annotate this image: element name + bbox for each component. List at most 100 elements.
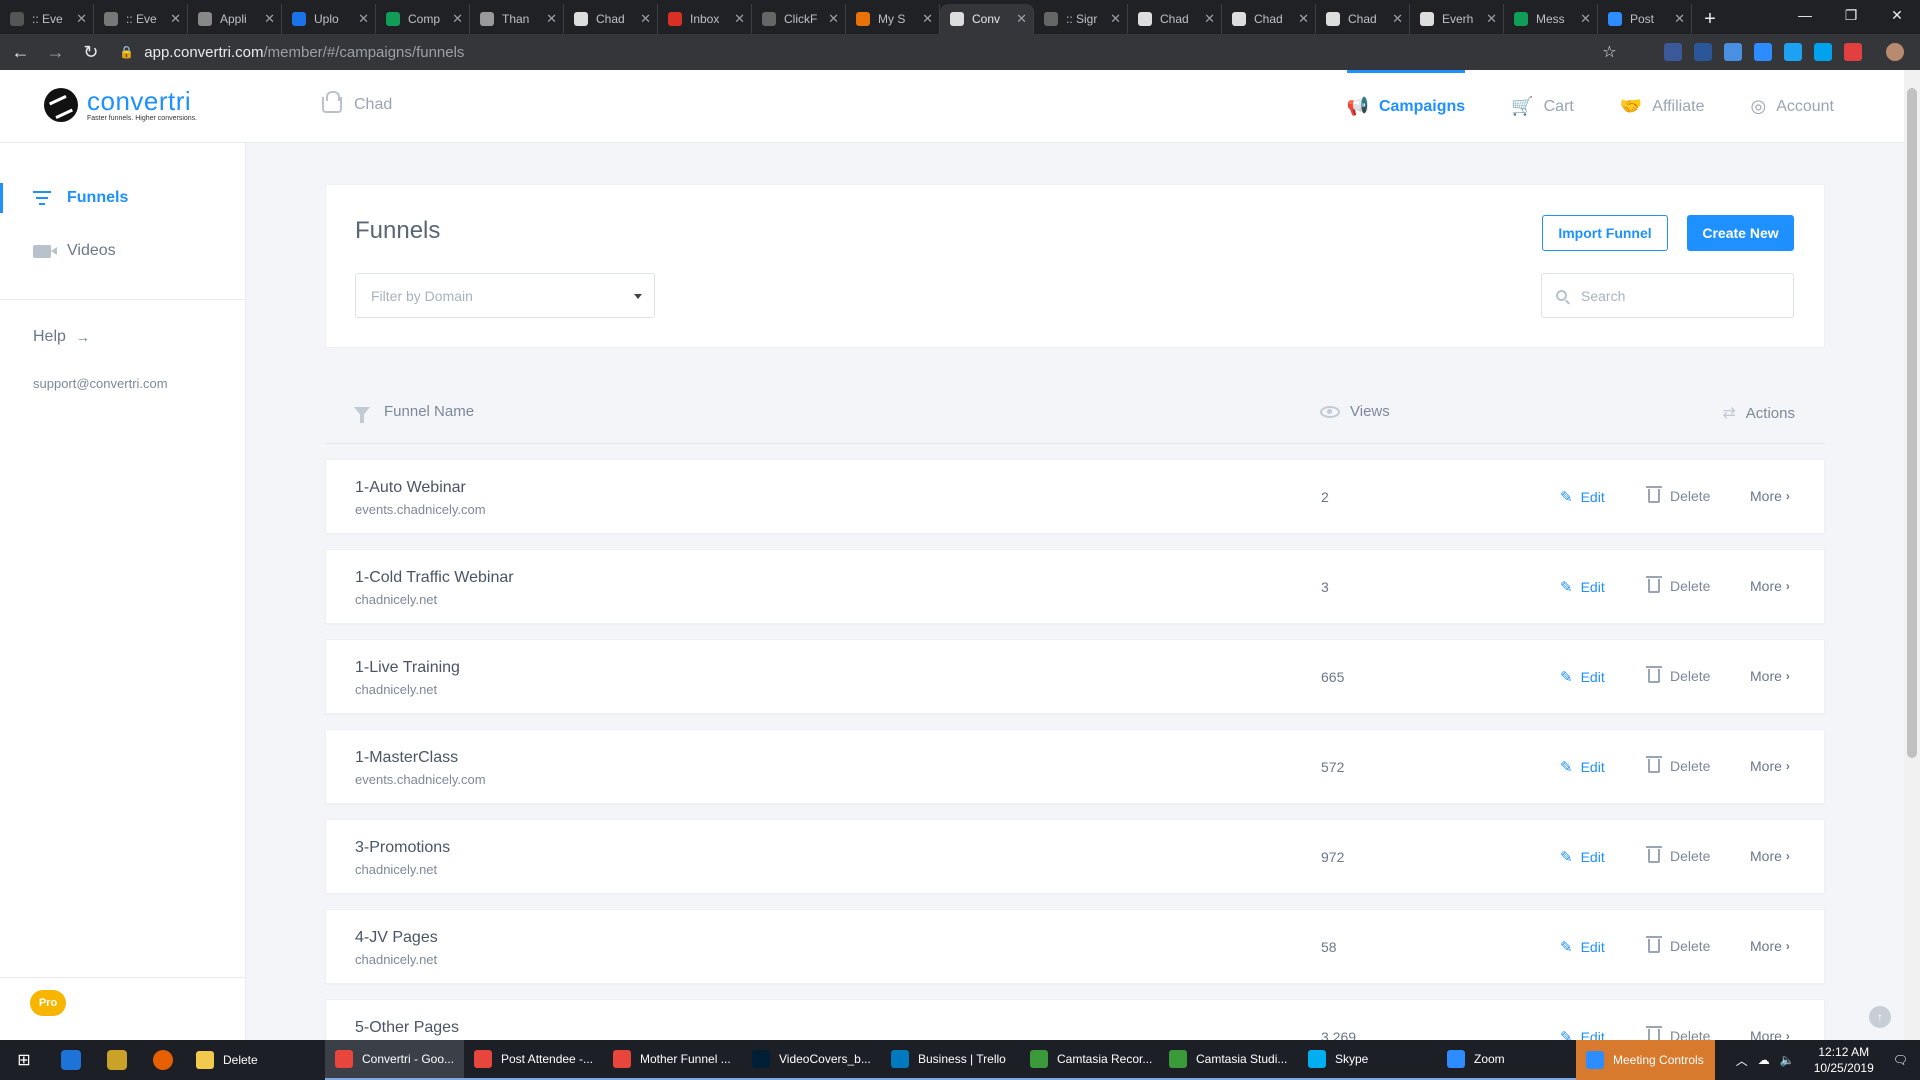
sidebar-item-funnels[interactable]: Funnels [0, 175, 245, 221]
tab-close-icon[interactable]: ✕ [1580, 11, 1591, 27]
scrollbar-thumb[interactable] [1907, 88, 1917, 758]
tab-close-icon[interactable]: ✕ [734, 11, 745, 27]
funnel-name[interactable]: 3-Promotions [355, 839, 450, 857]
tab-close-icon[interactable]: ✕ [828, 11, 839, 27]
tab-close-icon[interactable]: ✕ [1298, 11, 1309, 27]
extension-icon[interactable] [1694, 43, 1712, 61]
edit-button[interactable]: ✎ Edit [1560, 668, 1605, 686]
close-window-icon[interactable]: ✕ [1874, 0, 1920, 30]
browser-tab[interactable]: Appli ✕ [188, 4, 282, 34]
browser-tab[interactable]: Uplo ✕ [282, 4, 376, 34]
column-funnel-name[interactable]: Funnel Name [354, 403, 474, 423]
delete-button[interactable]: Delete [1646, 576, 1710, 594]
taskbar-app[interactable]: Camtasia Studi... [1159, 1040, 1298, 1080]
help-link[interactable]: Help → [0, 328, 245, 346]
funnel-row[interactable]: 1-Cold Traffic Webinar chadnicely.net 3 ✎ Ed… [325, 549, 1825, 624]
convertri-logo[interactable]: convertri Faster funnels. Higher convers… [44, 88, 197, 122]
taskbar-app[interactable]: Camtasia Recor... [1020, 1040, 1159, 1080]
browser-menu-icon[interactable]: ⋮ [1916, 43, 1920, 61]
taskbar-app[interactable]: Business | Trello [881, 1040, 1020, 1080]
extension-icon[interactable] [1844, 43, 1862, 61]
page-scrollbar[interactable] [1904, 70, 1920, 1040]
browser-tab[interactable]: My S ✕ [846, 4, 940, 34]
edit-button[interactable]: ✎ Edit [1560, 488, 1605, 506]
tab-close-icon[interactable]: ✕ [264, 11, 275, 27]
speaker-icon[interactable]: 🔈 [1780, 1053, 1795, 1067]
browser-tab[interactable]: :: Eve ✕ [0, 4, 94, 34]
taskbar-app[interactable]: Meeting Controls [1576, 1040, 1715, 1080]
taskbar-app[interactable]: Zoom [1437, 1040, 1576, 1080]
funnel-row[interactable]: 1-Auto Webinar events.chadnicely.com 2 ✎ Edi… [325, 459, 1825, 534]
taskbar-app[interactable]: Post Attendee -... [464, 1040, 603, 1080]
browser-tab[interactable]: :: Eve ✕ [94, 4, 188, 34]
tab-close-icon[interactable]: ✕ [1016, 11, 1027, 27]
delete-button[interactable]: Delete [1646, 756, 1710, 774]
firefox-icon[interactable] [140, 1040, 186, 1080]
edit-button[interactable]: ✎ Edit [1560, 758, 1605, 776]
delete-button[interactable]: Delete [1646, 666, 1710, 684]
funnel-row[interactable]: 1-Live Training chadnicely.net 665 ✎ Edit Del… [325, 639, 1825, 714]
browser-tab[interactable]: ClickF ✕ [752, 4, 846, 34]
clock[interactable]: 12:12 AM 10/25/2019 [1814, 1044, 1874, 1076]
more-button[interactable]: More › [1750, 938, 1790, 954]
browser-tab[interactable]: Inbox ✕ [658, 4, 752, 34]
nav-account[interactable]: ◎ Account [1750, 70, 1834, 143]
funnel-name[interactable]: 1-Live Training [355, 659, 460, 677]
browser-tab[interactable]: Everh ✕ [1410, 4, 1504, 34]
browser-tab[interactable]: Post ✕ [1598, 4, 1692, 34]
browser-tab[interactable]: Conv ✕ [940, 4, 1034, 34]
more-button[interactable]: More › [1750, 668, 1790, 684]
more-button[interactable]: More › [1750, 758, 1790, 774]
extension-icon[interactable] [1814, 43, 1832, 61]
nav-cart[interactable]: 🛒 Cart [1511, 70, 1574, 143]
taskbar-app[interactable]: Delete [186, 1040, 325, 1080]
extension-icon[interactable] [1724, 43, 1742, 61]
back-icon[interactable]: ← [6, 42, 35, 63]
delete-button[interactable]: Delete [1646, 936, 1710, 954]
workspace-selector[interactable]: Chad [322, 91, 392, 114]
edit-button[interactable]: ✎ Edit [1560, 578, 1605, 596]
sidebar-item-videos[interactable]: Videos [0, 228, 245, 274]
notification-icon[interactable]: 🗨 [1893, 1053, 1908, 1067]
create-new-button[interactable]: Create New [1687, 215, 1794, 251]
restore-icon[interactable]: ❐ [1828, 0, 1874, 30]
edge-icon[interactable] [48, 1040, 94, 1080]
tab-close-icon[interactable]: ✕ [452, 11, 463, 27]
more-button[interactable]: More › [1750, 578, 1790, 594]
bookmark-star-icon[interactable]: ☆ [1595, 42, 1624, 62]
reload-icon[interactable]: ↻ [76, 42, 105, 63]
extension-icon[interactable] [1754, 43, 1772, 61]
domain-filter-select[interactable]: Filter by Domain [355, 273, 655, 318]
tab-close-icon[interactable]: ✕ [358, 11, 369, 27]
funnel-row[interactable]: 3-Promotions chadnicely.net 972 ✎ Edit Delete… [325, 819, 1825, 894]
tab-close-icon[interactable]: ✕ [922, 11, 933, 27]
browser-tab[interactable]: Mess ✕ [1504, 4, 1598, 34]
funnel-name[interactable]: 1-Auto Webinar [355, 479, 466, 497]
funnel-name[interactable]: 5-Other Pages [355, 1019, 459, 1037]
profile-avatar-icon[interactable] [1886, 43, 1904, 61]
browser-tab[interactable]: Chad ✕ [1128, 4, 1222, 34]
nav-campaigns[interactable]: 📢 Campaigns [1346, 70, 1465, 143]
minimize-icon[interactable]: — [1782, 0, 1828, 30]
tab-close-icon[interactable]: ✕ [1204, 11, 1215, 27]
nav-affiliate[interactable]: 🤝 Affiliate [1620, 70, 1705, 143]
column-views[interactable]: Views [1320, 403, 1390, 420]
file-explorer-icon[interactable] [94, 1040, 140, 1080]
funnel-name[interactable]: 4-JV Pages [355, 929, 438, 947]
browser-tab[interactable]: Chad ✕ [564, 4, 658, 34]
tab-close-icon[interactable]: ✕ [1674, 11, 1685, 27]
tab-close-icon[interactable]: ✕ [1486, 11, 1497, 27]
browser-tab[interactable]: Than ✕ [470, 4, 564, 34]
tab-close-icon[interactable]: ✕ [546, 11, 557, 27]
taskbar-app[interactable]: Convertri - Goo... [325, 1040, 464, 1080]
tab-close-icon[interactable]: ✕ [1392, 11, 1403, 27]
chevron-up-icon[interactable]: ︿ [1736, 1052, 1748, 1069]
funnel-row[interactable]: 1-MasterClass events.chadnicely.com 572 ✎ Ed… [325, 729, 1825, 804]
more-button[interactable]: More › [1750, 488, 1790, 504]
funnel-row[interactable]: 4-JV Pages chadnicely.net 58 ✎ Edit Delete Mor… [325, 909, 1825, 984]
browser-tab[interactable]: Chad ✕ [1222, 4, 1316, 34]
more-button[interactable]: More › [1750, 848, 1790, 864]
windows-start-icon[interactable]: ⊞ [0, 1040, 48, 1080]
browser-tab[interactable]: Chad ✕ [1316, 4, 1410, 34]
tab-close-icon[interactable]: ✕ [76, 11, 87, 27]
